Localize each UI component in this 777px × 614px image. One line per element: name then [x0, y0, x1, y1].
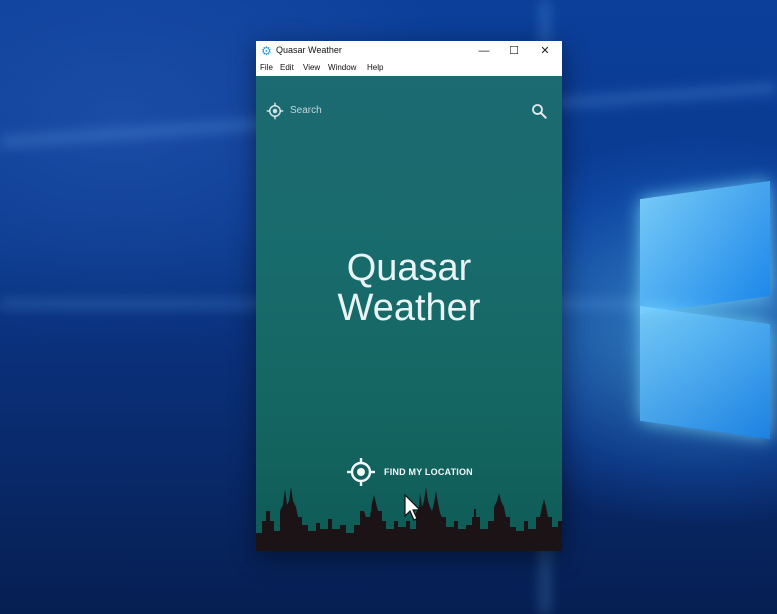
- title-bar[interactable]: ⚙ Quasar Weather — ☐ ✕: [256, 41, 562, 61]
- app-title: Quasar Weather: [256, 248, 562, 328]
- close-button[interactable]: ✕: [530, 41, 560, 61]
- location-target-icon[interactable]: [266, 102, 284, 120]
- search-bar: Search: [256, 76, 562, 136]
- windows-logo-pane: [640, 305, 770, 440]
- gear-app-icon: ⚙: [261, 44, 272, 58]
- menu-help[interactable]: Help: [367, 63, 383, 72]
- search-input[interactable]: Search: [290, 105, 322, 116]
- menu-file[interactable]: File: [260, 63, 273, 72]
- menu-window[interactable]: Window: [328, 63, 356, 72]
- window-title: Quasar Weather: [276, 45, 342, 55]
- minimize-button[interactable]: —: [469, 41, 499, 61]
- search-icon[interactable]: [530, 102, 548, 120]
- city-skyline: [256, 487, 562, 551]
- find-my-location-label: FIND MY LOCATION: [384, 467, 473, 477]
- maximize-button[interactable]: ☐: [499, 41, 529, 61]
- app-window: ⚙ Quasar Weather — ☐ ✕ File Edit View Wi…: [256, 41, 562, 551]
- windows-logo: [610, 170, 777, 460]
- menu-edit[interactable]: Edit: [280, 63, 294, 72]
- menu-bar: File Edit View Window Help: [256, 61, 562, 76]
- windows-logo-pane: [640, 180, 770, 315]
- app-title-line1: Quasar: [346, 247, 472, 289]
- app-content: Search Quasar Weather FIND MY LOCATION: [256, 76, 562, 551]
- app-title-line2: Weather: [337, 287, 481, 329]
- menu-view[interactable]: View: [303, 63, 320, 72]
